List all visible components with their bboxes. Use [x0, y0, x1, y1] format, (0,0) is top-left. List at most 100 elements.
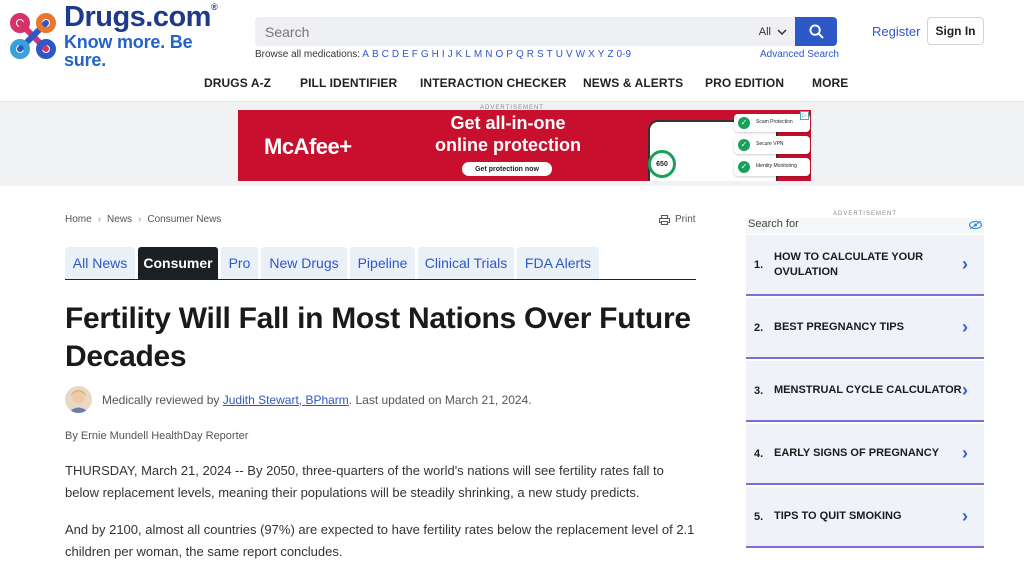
logo-mark-icon	[8, 11, 58, 61]
breadcrumb-consumer-news[interactable]: Consumer News	[147, 214, 221, 225]
nav-pro-edition[interactable]: PRO EDITION	[705, 76, 784, 90]
ad-band: ADVERTISEMENT McAfee+ Get all-in-one onl…	[0, 102, 1024, 186]
browse-letter-link[interactable]: J	[448, 49, 453, 60]
sidebar-item-label: Best Pregnancy Tips	[774, 321, 904, 333]
browse-letter-link[interactable]: E	[402, 49, 409, 60]
browse-letter-link[interactable]: 0-9	[617, 49, 631, 60]
browse-letter-link[interactable]: F	[412, 49, 418, 60]
browse-letter-link[interactable]: S	[537, 49, 544, 60]
reviewer-link[interactable]: Judith Stewart, BPharm	[223, 393, 349, 407]
chevron-right-icon: ›	[962, 506, 968, 526]
ad-headline-2: online protection	[435, 135, 581, 155]
medical-review: Medically reviewed by Judith Stewart, BP…	[65, 386, 532, 413]
ad-brand: McAfee+	[264, 134, 352, 159]
browse-letter-link[interactable]: U	[556, 49, 563, 60]
browse-letter-link[interactable]: M	[474, 49, 482, 60]
browse-letter-link[interactable]: O	[495, 49, 503, 60]
browse-letter-link[interactable]: Y	[598, 49, 605, 60]
breadcrumb: Home › News › Consumer News	[65, 214, 221, 225]
tab-pro[interactable]: Pro	[221, 247, 258, 279]
advanced-search-link[interactable]: Advanced Search	[760, 49, 839, 60]
chevron-right-icon: ›	[962, 254, 968, 274]
browse-label: Browse all medications:	[255, 49, 361, 60]
tab-clinical-trials[interactable]: Clinical Trials	[418, 247, 514, 279]
sidebar-search-item[interactable]: 2. Best Pregnancy Tips ›	[746, 298, 984, 359]
search-scope-select[interactable]: All	[745, 17, 795, 46]
tab-fda-alerts[interactable]: FDA Alerts	[517, 247, 599, 279]
print-button[interactable]: Print	[659, 214, 696, 225]
reviewer-avatar	[65, 386, 92, 413]
search-icon	[808, 24, 824, 39]
browse-letter-link[interactable]: V	[566, 49, 573, 60]
tab-consumer[interactable]: Consumer	[138, 247, 218, 279]
browse-medications: Browse all medications: ABCDEFGHIJKLMNOP…	[255, 49, 634, 60]
browse-letter-link[interactable]: A	[362, 49, 369, 60]
browse-letter-link[interactable]: P	[506, 49, 513, 60]
sidebar-item-number: 1.	[754, 258, 764, 271]
breadcrumb-news[interactable]: News	[107, 214, 132, 225]
ad-banner[interactable]: McAfee+ Get all-in-one online protection…	[238, 110, 811, 181]
chevron-right-icon: ›	[962, 317, 968, 337]
browse-letter-link[interactable]: W	[576, 49, 585, 60]
sidebar-item-number: 2.	[754, 321, 764, 334]
search-for-label: Search for	[748, 218, 799, 230]
news-tabs: All News Consumer Pro New Drugs Pipeline…	[65, 247, 696, 280]
ad-feature: ✓ Identity Monitoring	[734, 158, 810, 176]
ad-cta-button[interactable]: Get protection now	[462, 162, 552, 176]
chevron-right-icon: ›	[962, 380, 968, 400]
ad-feature: ✓ Secure VPN	[734, 136, 810, 154]
search-scope-value: All	[758, 25, 771, 38]
nav-more[interactable]: MORE	[812, 76, 848, 90]
browse-letter-link[interactable]: T	[547, 49, 553, 60]
sidebar-item-label: How to Calculate Your Ovulation	[774, 250, 924, 278]
search-input[interactable]	[255, 17, 745, 46]
browse-letter-link[interactable]: I	[442, 49, 445, 60]
browse-letter-link[interactable]: B	[372, 49, 379, 60]
ad-info-icon[interactable]: ▷	[800, 111, 809, 120]
browse-letter-link[interactable]: Q	[516, 49, 524, 60]
browse-letter-link[interactable]: H	[432, 49, 439, 60]
sidebar-ad-label: ADVERTISEMENT	[833, 211, 897, 217]
tab-all-news[interactable]: All News	[65, 247, 135, 279]
browse-letter-link[interactable]: D	[392, 49, 399, 60]
article-byline: By Ernie Mundell HealthDay Reporter	[65, 430, 249, 442]
site-logo[interactable]: Drugs.com® Know more. Be sure.	[8, 3, 238, 69]
search-button[interactable]	[795, 17, 837, 46]
browse-letter-link[interactable]: G	[421, 49, 429, 60]
ad-score: 650	[648, 150, 676, 178]
check-icon: ✓	[738, 161, 750, 173]
sidebar-item-label: Tips to Quit Smoking	[774, 510, 902, 522]
register-link[interactable]: Register	[872, 24, 920, 39]
check-icon: ✓	[738, 139, 750, 151]
check-icon: ✓	[738, 117, 750, 129]
ad-choices-icon[interactable]	[969, 220, 982, 230]
browse-letter-link[interactable]: Z	[607, 49, 613, 60]
sidebar-search-item[interactable]: 4. Early Signs of Pregnancy ›	[746, 424, 984, 485]
tab-pipeline[interactable]: Pipeline	[350, 247, 415, 279]
ad-headline-1: Get all-in-one	[450, 113, 566, 133]
sign-in-button[interactable]: Sign In	[927, 17, 984, 45]
browse-letter-link[interactable]: R	[527, 49, 534, 60]
nav-interaction-checker[interactable]: INTERACTION CHECKER	[420, 76, 567, 90]
browse-letter-link[interactable]: C	[382, 49, 389, 60]
nav-news-alerts[interactable]: NEWS & ALERTS	[583, 76, 683, 90]
sidebar-item-label: Early Signs of Pregnancy	[774, 447, 940, 459]
browse-letter-link[interactable]: L	[465, 49, 471, 60]
logo-name: Drugs.com®	[64, 1, 218, 33]
nav-drugs-a-z[interactable]: DRUGS A-Z	[204, 76, 271, 90]
sidebar-search-item[interactable]: 1. How to Calculate Your Ovulation ›	[746, 235, 984, 296]
sidebar-search-item[interactable]: 3. Menstrual Cycle Calculator ›	[746, 361, 984, 422]
breadcrumb-home[interactable]: Home	[65, 214, 92, 225]
browse-letter-link[interactable]: N	[485, 49, 492, 60]
nav-pill-identifier[interactable]: PILL IDENTIFIER	[300, 76, 397, 90]
chevron-down-icon	[777, 28, 787, 35]
browse-letter-link[interactable]: X	[588, 49, 595, 60]
site-header: Drugs.com® Know more. Be sure. All Brows…	[0, 0, 1024, 102]
sidebar-search-for: Search for	[746, 218, 984, 234]
article-title: Fertility Will Fall in Most Nations Over…	[65, 302, 691, 373]
chevron-right-icon: ›	[962, 443, 968, 463]
tab-new-drugs[interactable]: New Drugs	[261, 247, 347, 279]
browse-letter-link[interactable]: K	[456, 49, 463, 60]
sidebar-search-item[interactable]: 5. Tips to Quit Smoking ›	[746, 487, 984, 548]
print-label: Print	[675, 214, 696, 225]
